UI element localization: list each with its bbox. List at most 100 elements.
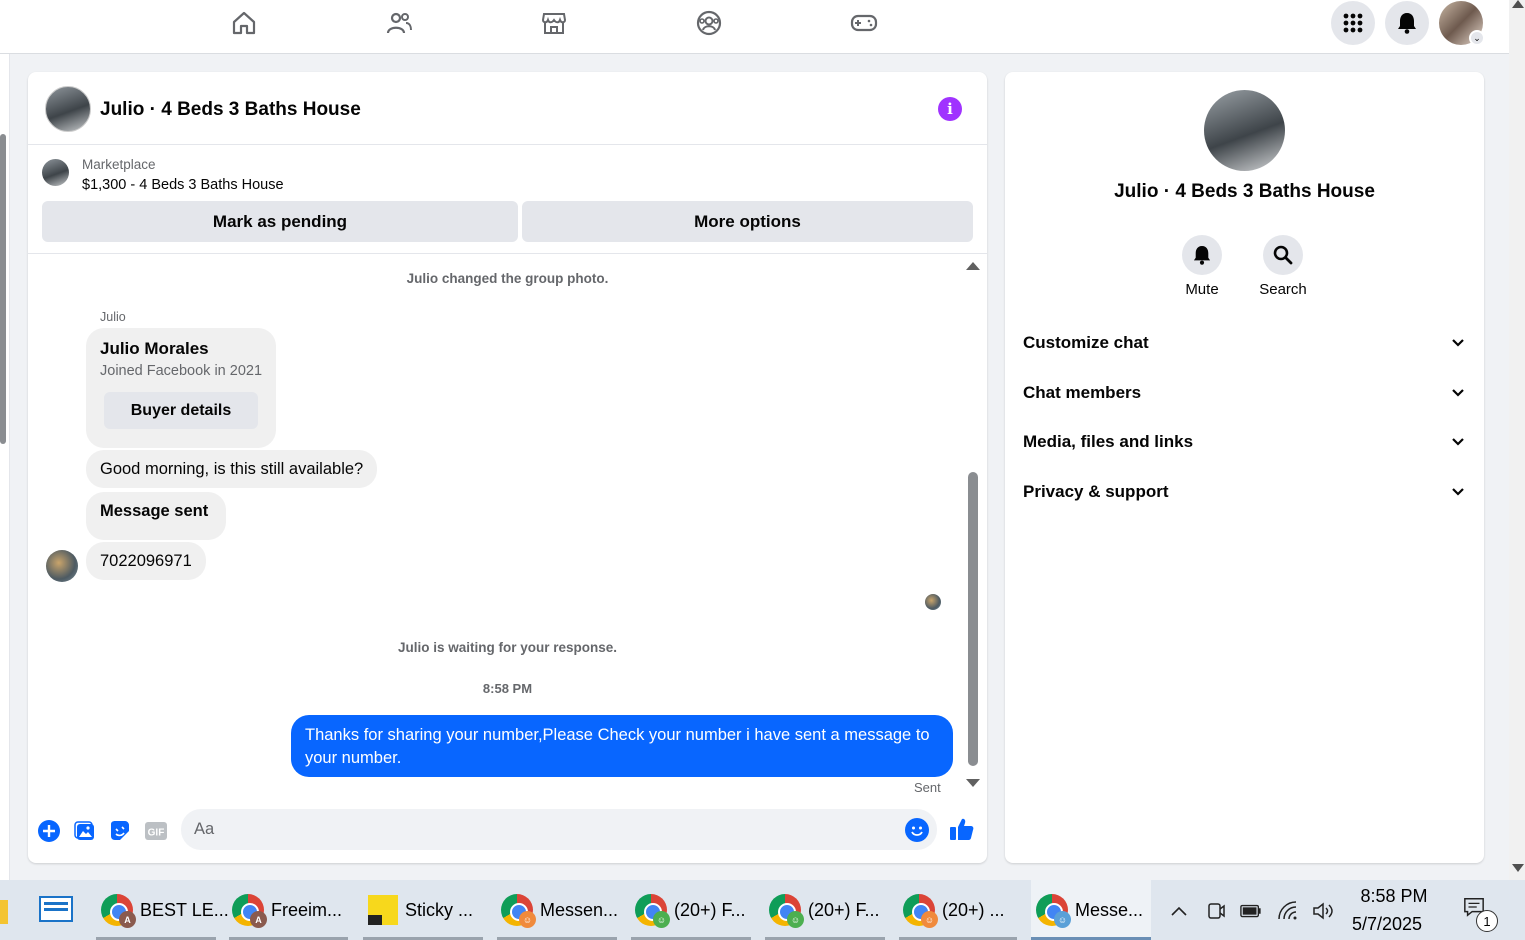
emoji-icon[interactable]	[905, 818, 929, 842]
taskbar-item[interactable]: ☺ (20+) F...	[765, 880, 885, 940]
notifications-bell-icon[interactable]	[1385, 1, 1429, 45]
scroll-down-arrow-icon[interactable]	[1512, 864, 1524, 872]
taskbar-item[interactable]: ☺ (20+) ...	[899, 880, 1017, 940]
taskbar-label: Messe...	[1075, 899, 1144, 920]
section-label: Customize chat	[1023, 333, 1149, 352]
taskbar-item[interactable]: A BEST LE...	[96, 880, 229, 940]
buyer-joined: Joined Facebook in 2021	[100, 363, 263, 379]
chrome-icon: ☺	[635, 894, 670, 928]
chat-info-panel: Julio · 4 Beds 3 Baths House Mute Search…	[1005, 72, 1484, 863]
chevron-down-icon	[1452, 438, 1464, 446]
section-chat-members[interactable]: Chat members	[1005, 371, 1484, 417]
info-icon[interactable]: i	[938, 97, 962, 121]
volume-icon[interactable]	[1312, 900, 1334, 922]
chrome-icon: ☺	[903, 894, 938, 928]
sent-status: Sent	[914, 780, 941, 795]
chevron-down-icon	[1452, 339, 1464, 347]
listing-title[interactable]: $1,300 - 4 Beds 3 Baths House	[82, 177, 284, 193]
battery-icon[interactable]	[1240, 900, 1262, 922]
clock-date[interactable]: 5/7/2025	[1352, 914, 1422, 935]
search-icon[interactable]	[1263, 235, 1303, 275]
taskbar-item[interactable]: ☺ (20+) F...	[631, 880, 751, 940]
friends-icon[interactable]	[384, 8, 414, 38]
plus-circle-icon[interactable]	[36, 818, 62, 844]
section-label: Chat members	[1023, 383, 1142, 402]
message-bubble[interactable]: Good morning, is this still available?	[86, 450, 378, 488]
wifi-icon[interactable]	[1277, 900, 1299, 922]
section-media-files-links[interactable]: Media, files and links	[1005, 420, 1484, 466]
buyer-name: Julio Morales	[100, 339, 209, 358]
photo-icon[interactable]	[72, 818, 98, 844]
meet-now-icon[interactable]	[1205, 900, 1227, 922]
info-avatar[interactable]	[1204, 90, 1285, 171]
gaming-icon[interactable]	[849, 8, 879, 38]
bell-icon[interactable]	[1182, 235, 1222, 275]
gif-icon[interactable]: GIF	[143, 818, 169, 844]
message-bubble[interactable]: 7022096971	[86, 542, 206, 580]
chevron-down-icon[interactable]: ⌄	[1469, 30, 1485, 46]
taskbar-label: (20+) F...	[674, 899, 746, 920]
info-title: Julio · 4 Beds 3 Baths House	[1114, 181, 1375, 202]
svg-text:GIF: GIF	[148, 828, 165, 839]
chat-panel: Julio · 4 Beds 3 Baths House i Marketpla…	[28, 72, 987, 863]
mark-as-pending-button[interactable]: Mark as pending	[42, 201, 518, 242]
chrome-icon: ☺	[1036, 894, 1071, 928]
chat-header: Julio · 4 Beds 3 Baths House i	[28, 72, 987, 145]
waiting-notice: Julio is waiting for your response.	[397, 640, 618, 655]
section-customize-chat[interactable]: Customize chat	[1005, 321, 1484, 367]
buyer-card: Julio Morales Joined Facebook in 2021 Bu…	[86, 328, 276, 448]
marketplace-label: Marketplace	[82, 157, 156, 172]
group-photo-notice: Julio changed the group photo.	[406, 271, 609, 286]
window-scrollbar[interactable]	[1509, 0, 1525, 880]
taskbar-label: (20+) ...	[942, 899, 1005, 920]
more-options-button[interactable]: More options	[522, 201, 973, 242]
taskbar-item[interactable]: Sticky ...	[363, 880, 483, 940]
chat-scrollbar-thumb[interactable]	[968, 472, 978, 766]
chat-scroll-down-icon[interactable]	[966, 779, 980, 787]
chat-title[interactable]: Julio · 4 Beds 3 Baths House	[100, 99, 361, 121]
thumbs-up-icon[interactable]	[948, 815, 976, 843]
groups-icon[interactable]	[694, 8, 724, 38]
mute-label[interactable]: Mute	[1162, 281, 1242, 298]
buyer-details-button[interactable]: Buyer details	[104, 392, 258, 429]
app-icon-fragment[interactable]	[0, 900, 8, 924]
taskbar-label: (20+) F...	[808, 899, 880, 920]
message-timestamp: 8:58 PM	[482, 681, 533, 696]
taskbar-item[interactable]: ☺ Messen...	[497, 880, 619, 940]
sender-name: Julio	[100, 310, 126, 324]
section-label: Privacy & support	[1023, 482, 1169, 501]
home-icon[interactable]	[229, 8, 259, 38]
top-navigation-bar: ⌄	[0, 0, 1525, 54]
notification-count-badge: 1	[1476, 910, 1498, 932]
chrome-icon: ☺	[501, 894, 536, 928]
seen-indicator-avatar	[925, 594, 941, 610]
sticker-icon[interactable]	[107, 818, 133, 844]
clock-time[interactable]: 8:58 PM	[1356, 886, 1432, 907]
outgoing-message-bubble[interactable]: Thanks for sharing your number,Please Ch…	[291, 715, 953, 777]
scroll-up-arrow-icon[interactable]	[1512, 0, 1524, 8]
listing-thumbnail[interactable]	[42, 159, 69, 186]
chat-scroll-up-icon[interactable]	[966, 262, 980, 270]
section-label: Media, files and links	[1023, 432, 1194, 451]
taskbar-item[interactable]: A Freeim...	[229, 880, 348, 940]
show-hidden-icons-chevron-icon[interactable]	[1168, 900, 1190, 922]
sticky-notes-icon	[368, 895, 398, 925]
search-label[interactable]: Search	[1243, 281, 1323, 298]
chevron-down-icon	[1452, 488, 1464, 496]
message-input[interactable]	[181, 809, 937, 850]
taskbar-item-active[interactable]: ☺ Messe...	[1031, 880, 1151, 940]
taskbar-label: Messen...	[540, 899, 619, 920]
left-scrollbar-thumb[interactable]	[0, 134, 6, 444]
marketplace-listing-block: Marketplace $1,300 - 4 Beds 3 Baths Hous…	[28, 145, 987, 254]
section-privacy-support[interactable]: Privacy & support	[1005, 470, 1484, 516]
message-bubble[interactable]: Message sent	[86, 492, 227, 540]
marketplace-icon[interactable]	[539, 8, 569, 38]
menu-grid-icon[interactable]	[1331, 1, 1375, 45]
chat-avatar[interactable]	[45, 86, 91, 132]
file-explorer-icon[interactable]	[39, 896, 73, 922]
taskbar-label: Freeim...	[271, 899, 343, 920]
chrome-icon: ☺	[769, 894, 804, 928]
left-sidebar-edge	[0, 54, 10, 880]
taskbar-label: Sticky ...	[405, 899, 474, 920]
sender-avatar[interactable]	[46, 550, 78, 582]
